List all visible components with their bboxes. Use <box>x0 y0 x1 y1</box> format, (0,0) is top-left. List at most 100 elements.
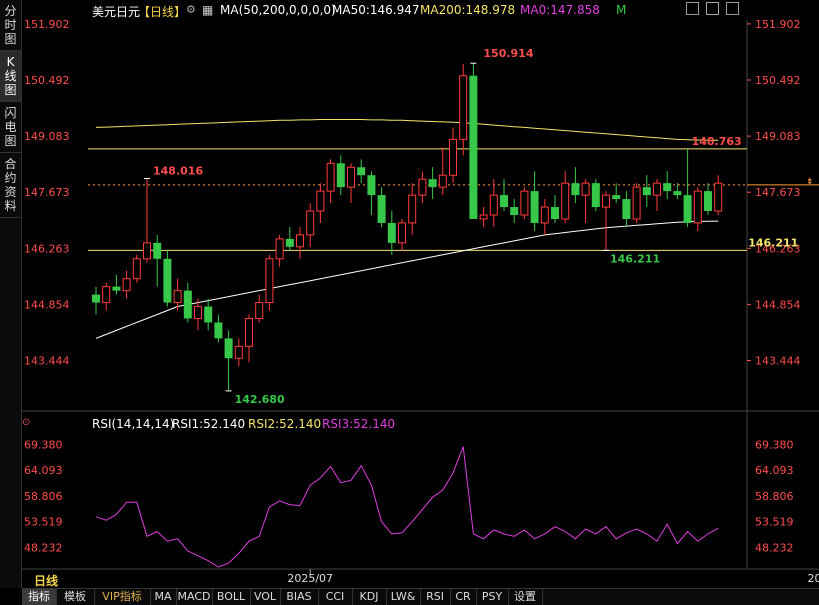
dayline-button[interactable]: 日线 <box>34 572 58 589</box>
symbol-name: 美元日元 <box>92 5 141 19</box>
candle-body <box>398 222 406 244</box>
price-annotation: 148.763 <box>692 135 742 148</box>
rsi-y-tick-right: 58.806 <box>755 490 794 503</box>
candle-body <box>306 210 315 236</box>
bottom-tab-10[interactable]: LW& <box>386 589 421 605</box>
bottom-tab-1[interactable]: 模板 <box>56 589 95 605</box>
candle-body <box>357 167 366 176</box>
y-tick-left: 149.083 <box>24 130 70 143</box>
candle-body <box>377 195 386 223</box>
chart-svg: 151.902 151.902150.492 150.492149.083 149.0… <box>22 18 819 585</box>
candle-body <box>653 182 661 196</box>
bottom-tab-6[interactable]: VOL <box>250 589 281 605</box>
settings-icon[interactable]: ⚙ <box>186 3 196 16</box>
candle-body <box>612 195 621 200</box>
y-tick-left: 146.263 <box>24 242 70 255</box>
candle-body <box>173 290 182 304</box>
y-tick-right: 147.673 <box>755 186 801 199</box>
bottom-tab-2[interactable]: VIP指标 <box>94 589 151 605</box>
candle-body <box>204 306 213 323</box>
candle-body <box>296 234 304 248</box>
sidebar: 分时图K线图闪电图合约资料 <box>0 0 22 588</box>
chart-area[interactable]: 151.902 151.902 150.492 150.492 149.083 149.0… <box>0 0 819 604</box>
bottom-tab-12[interactable]: CR <box>450 589 477 605</box>
candle-body <box>275 238 284 260</box>
indicator-icon[interactable]: ▦ <box>202 3 213 17</box>
ma50-line <box>95 220 719 339</box>
rsi-y-tick-right: 48.232 <box>755 541 794 554</box>
y-tick-left: 147.673 <box>24 186 70 199</box>
rsi-y-tick-right: 69.380 <box>755 438 794 451</box>
candle-body <box>408 194 417 224</box>
period-label[interactable]: 【日线】 <box>138 3 186 20</box>
candle-body <box>183 290 192 319</box>
candle-body <box>336 163 345 188</box>
candle-body <box>234 345 243 359</box>
window-grid-icon[interactable] <box>686 2 699 15</box>
candle-body <box>581 182 590 196</box>
candle-body <box>622 199 631 219</box>
y-tick-right: 150.492 <box>755 74 801 87</box>
rsi-toolbar: ⊙ RSI(14,14,14) RSI1:52.140 RSI2:52.140 … <box>22 412 819 434</box>
candle-body <box>520 190 529 216</box>
candle-body <box>571 183 580 196</box>
candle-body <box>591 183 600 208</box>
bottom-tab-13[interactable]: PSY <box>476 589 509 605</box>
window-maximize-icon[interactable] <box>726 2 739 15</box>
candle-body <box>500 195 508 208</box>
candle-body <box>194 306 202 319</box>
candle-body <box>112 286 121 291</box>
candle-body <box>316 190 325 212</box>
sidebar-tab-0[interactable]: 分时图 <box>0 0 21 51</box>
sidebar-tab-2[interactable]: 闪电图 <box>0 102 21 153</box>
rsi1-value: RSI1:52.140 <box>172 417 246 431</box>
bottom-tab-0[interactable]: 指标 <box>22 589 57 605</box>
candle-body <box>265 258 274 304</box>
candle-body <box>459 75 468 140</box>
candle-body <box>642 187 651 196</box>
rsi-settings-icon[interactable]: ⊙ <box>22 417 30 428</box>
candle-body <box>663 183 672 192</box>
candle-body <box>683 195 692 223</box>
bottom-tab-7[interactable]: BIAS <box>280 589 319 605</box>
bottom-tab-11[interactable]: RSI <box>420 589 451 605</box>
candle-body <box>693 190 702 224</box>
m-label: M <box>616 3 627 17</box>
y-tick-left: 150.492 <box>24 74 70 87</box>
candle-body <box>347 166 355 188</box>
candle-body <box>285 238 294 247</box>
x-tick-label: 2025/08 <box>808 572 819 585</box>
y-tick-left: 143.444 <box>24 354 70 367</box>
candle-body <box>326 162 335 192</box>
candle-body <box>714 182 723 212</box>
candle-body <box>449 138 457 176</box>
candle-body <box>143 242 151 260</box>
rsi2-value: RSI2:52.140 <box>248 417 322 431</box>
rsi-y-tick-left: 64.093 <box>24 464 63 477</box>
candle-body <box>102 286 111 304</box>
candle-body <box>469 75 478 219</box>
bottom-tab-bar: 指标 模板 VIP指标 MA MACD BOLL VOL BIAS CCI KDJ LW& RSI CR… <box>22 588 819 605</box>
candle-body <box>510 207 519 215</box>
candle-body <box>224 338 233 359</box>
y-tick-right: 149.083 <box>755 130 801 143</box>
bottom-tab-5[interactable]: BOLL <box>212 589 251 605</box>
bottom-tab-9[interactable]: KDJ <box>352 589 387 605</box>
chart-toolbar: 美元日元 【日线】 ⚙ ▦ MA(50,200,0,0,0,0) MA50:14… <box>22 0 819 20</box>
candle-body <box>214 322 223 339</box>
window-restore-icon[interactable] <box>706 2 719 15</box>
price-annotation: 146.211 <box>748 236 798 249</box>
bottom-tab-3[interactable]: MA <box>150 589 177 605</box>
candle-body <box>122 278 131 292</box>
price-annotation: 150.914 <box>483 47 533 60</box>
candle-body <box>132 258 141 280</box>
candle-body <box>673 191 682 196</box>
sidebar-tab-1[interactable]: K线图 <box>0 51 21 102</box>
y-tick-left: 144.854 <box>24 298 70 311</box>
candle-body <box>255 302 264 319</box>
bottom-tab-8[interactable]: CCI <box>318 589 353 605</box>
rsi-y-tick-right: 64.093 <box>755 464 794 477</box>
sidebar-tab-3[interactable]: 合约资料 <box>0 153 21 218</box>
bottom-tab-4[interactable]: MACD <box>176 589 213 605</box>
bottom-tab-14[interactable]: 设置 <box>508 589 543 605</box>
